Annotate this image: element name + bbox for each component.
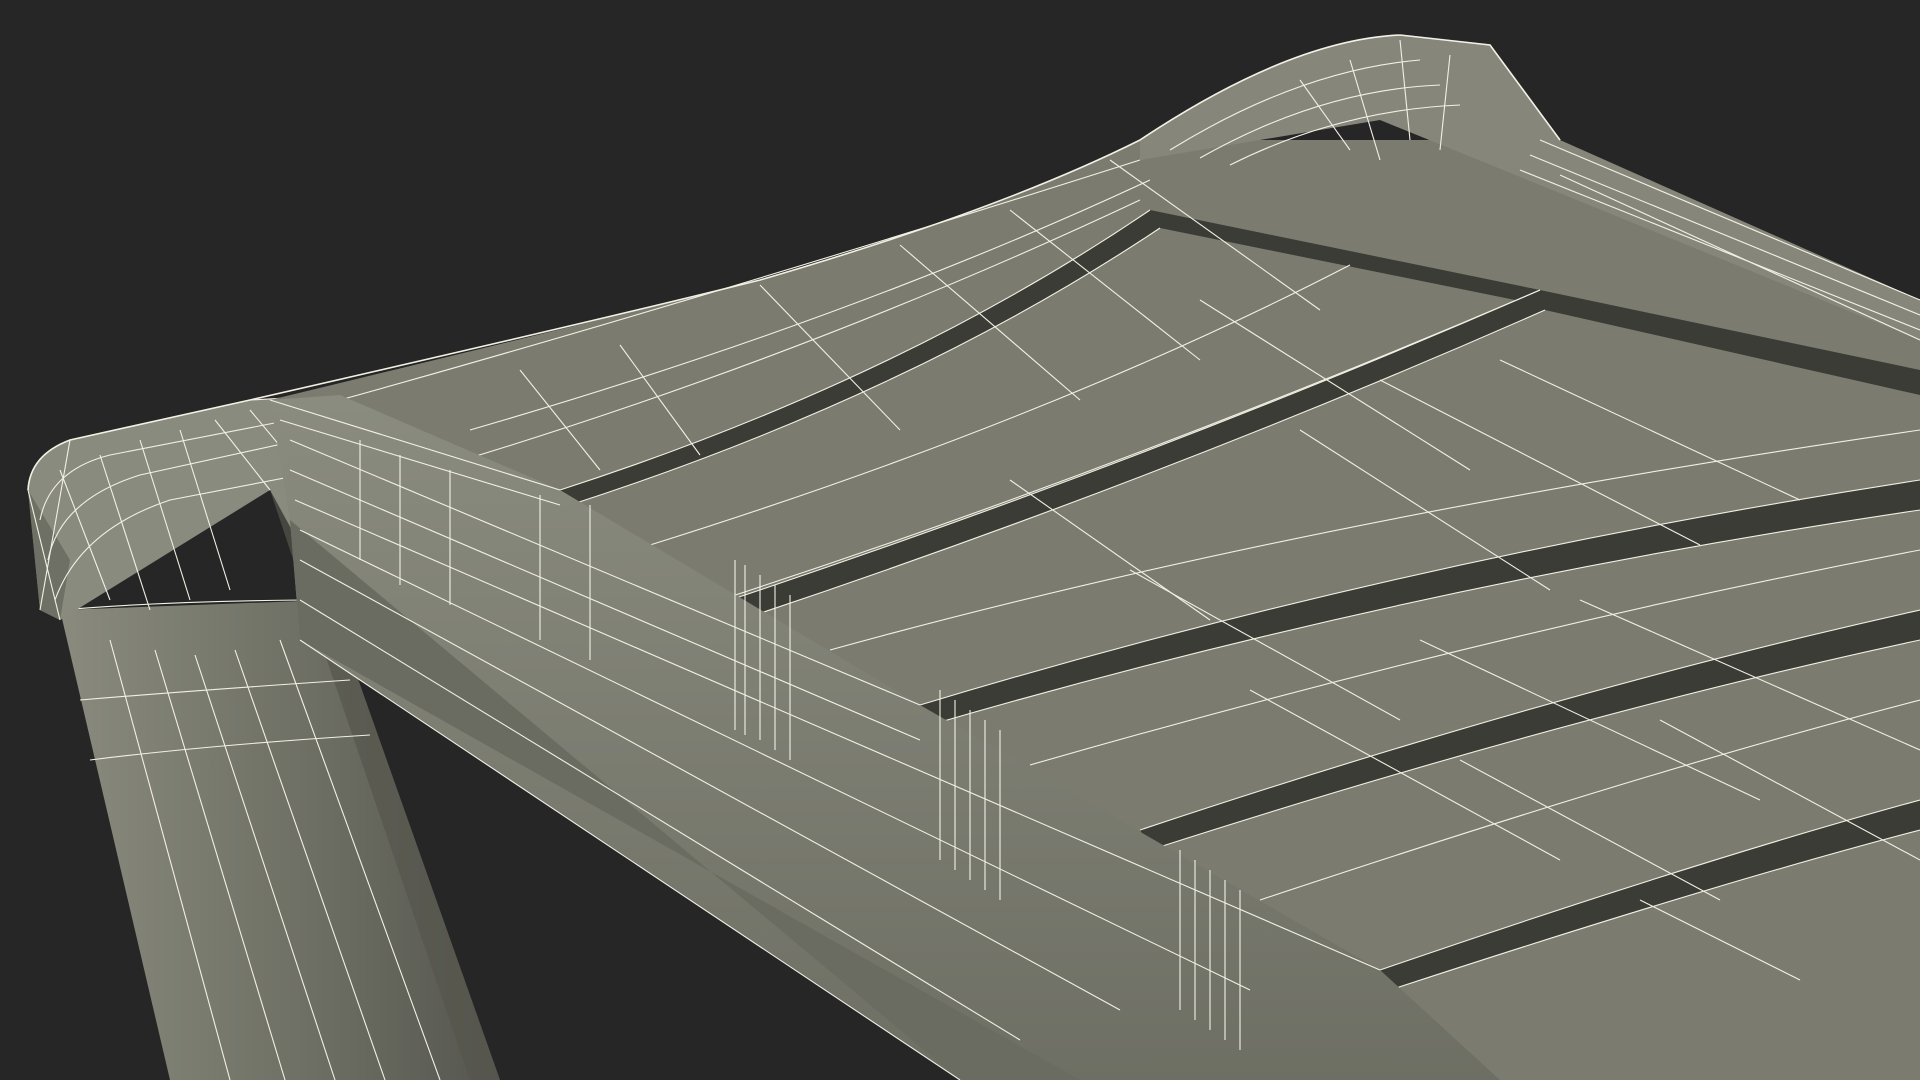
wireframe-render bbox=[0, 0, 1920, 1080]
3d-viewport[interactable] bbox=[0, 0, 1920, 1080]
